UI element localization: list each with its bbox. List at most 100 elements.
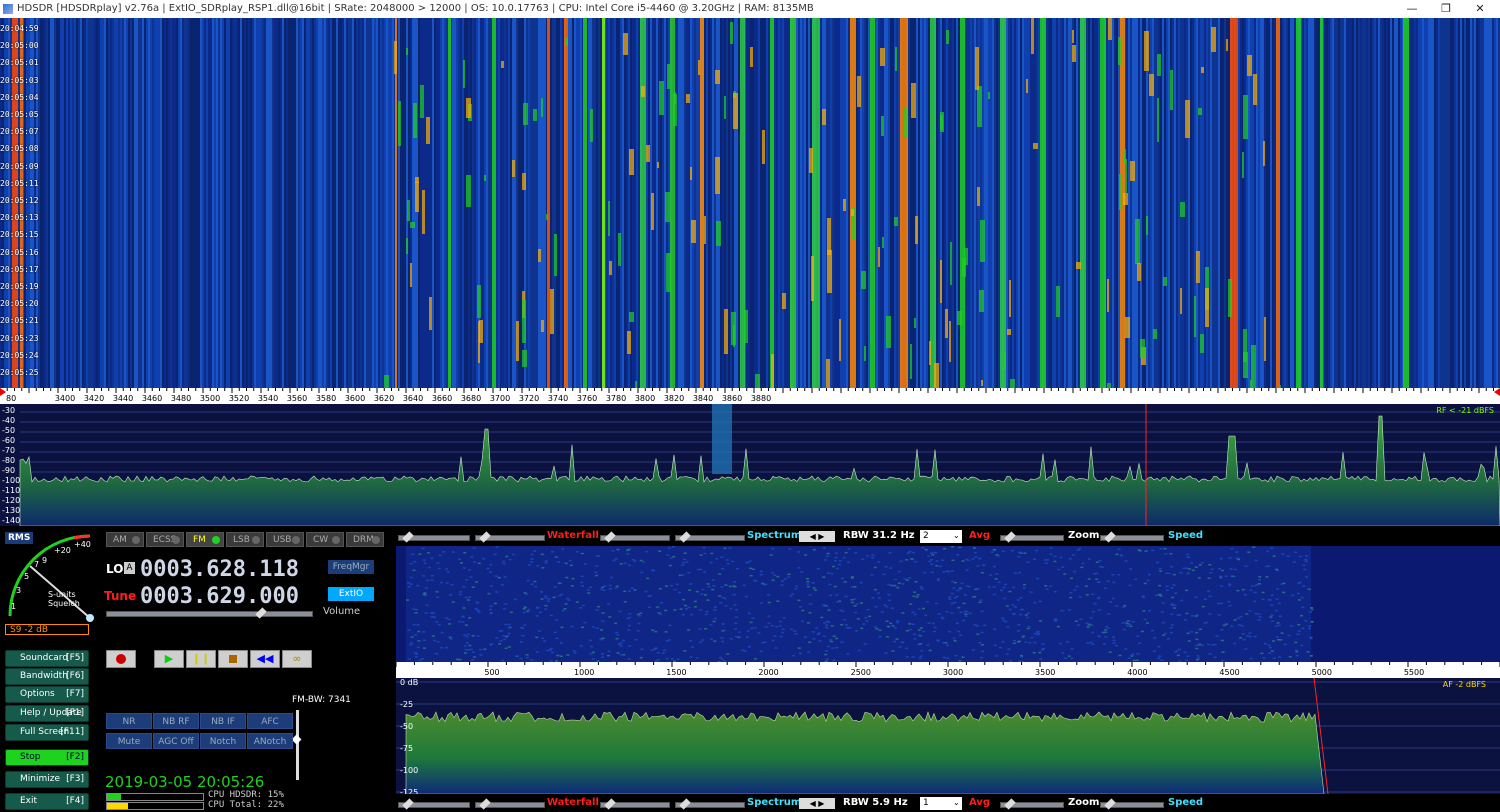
control-slider[interactable] [1000,798,1064,810]
af-spectrum[interactable]: 0 dB -25 -50 -75 -100 -125 AF -2 dBFS [396,678,1500,794]
dsp-button-notch[interactable]: Notch [200,733,246,749]
dsp-button-mute[interactable]: Mute [106,733,152,749]
freq-tick-label: 3520 [228,394,250,403]
rf-spectrum[interactable]: -30 -40 -50 -60 -70 -80 -90 -100 -110 -120 -130 -14… [0,404,1500,526]
control-slider[interactable] [600,798,670,810]
dsp-button-nb-rf[interactable]: NB RF [153,713,199,729]
mode-button-lsb[interactable]: LSB [226,532,264,547]
dsp-button-nb-if[interactable]: NB IF [200,713,246,729]
freqmgr-button[interactable]: FreqMgr [328,560,374,574]
bandwidth-button[interactable]: Bandwidth [F6] [5,668,89,685]
rf-db-label: -80 [2,456,16,465]
freq-tick-label: 3640 [402,394,424,403]
exit-button[interactable]: Exit [F4] [5,793,89,810]
control-slider[interactable] [1000,531,1064,543]
freq-tick-label: 3480 [170,394,192,403]
spectrum-arrows-icon[interactable]: ◀ ▶ [799,798,835,809]
spectrum-label: Spectrum [747,797,802,808]
rewind-icon: ◀◀ [256,652,274,665]
control-slider[interactable] [1100,531,1164,543]
side-button-label: Bandwidth [20,671,68,681]
dsp-button-nr[interactable]: NR [106,713,152,729]
full-screen-button[interactable]: Full Screen [F11] [5,724,89,741]
af-tick-label: 3500 [1035,668,1056,677]
mode-button-am[interactable]: AM [106,532,144,547]
help-update-button[interactable]: Help / Update [F1] [5,705,89,722]
loop-button[interactable]: ∞ [282,650,312,668]
volume-label: Volume [323,606,361,617]
side-button-hotkey: [F1] [66,708,84,718]
datetime-readout: 2019-03-05 20:05:26 [105,773,265,791]
avg-label: Avg [969,530,991,541]
af-waterfall[interactable] [396,546,1500,662]
waterfall-timestamp: 20:05:09 [0,161,39,171]
mode-button-ecss[interactable]: ECSS [146,532,184,547]
rf-frequency-scale[interactable]: 80 3400 3420 3440 3460 3480 3500 3520 3540 3560 35… [0,388,1500,404]
window-title: HDSDR [HDSDRplay] v2.76a | ExtIO_SDRplay… [17,3,814,14]
mode-button-label: FM [193,535,206,545]
mode-button-drm[interactable]: DRM [346,532,384,547]
meter-scale-9: 9 [42,556,48,565]
mode-button-label: LSB [233,535,250,545]
control-slider[interactable] [675,798,745,810]
mode-button-usb[interactable]: USB [266,532,304,547]
af-tick-label: 1000 [574,668,595,677]
tune-frequency[interactable]: 0003.629.000 [140,584,299,609]
af-db-label: -50 [400,722,414,731]
options-button[interactable]: Options [F7] [5,686,89,703]
dsp-button-afc[interactable]: AFC [247,713,293,729]
extio-button[interactable]: ExtIO [328,587,374,601]
stop-button[interactable]: Stop [F2] [5,749,89,766]
record-button[interactable] [106,650,136,668]
dsp-button-agc-off[interactable]: AGC Off [153,733,199,749]
soundcard-button[interactable]: Soundcard [F5] [5,650,89,667]
control-slider[interactable] [600,531,670,543]
side-button-hotkey: [F2] [66,752,84,762]
record-icon [116,654,126,664]
stop-playback-button[interactable] [218,650,248,668]
mode-led-icon [172,536,180,544]
af-frequency-scale[interactable]: 500 1000 1500 2000 2500 3000 3500 4000 4500 5000 5… [396,662,1500,678]
spectrum-arrows-icon[interactable]: ◀ ▶ [799,531,835,542]
stop-icon [229,655,237,663]
minimize-button[interactable]: Minimize [F3] [5,771,89,788]
fm-bandwidth-slider[interactable] [291,710,302,780]
spectrum-label: Spectrum [747,530,802,541]
mode-button-label: CW [313,535,329,545]
control-slider[interactable] [475,531,545,543]
minimize-window-button[interactable]: — [1394,0,1430,18]
volume-slider[interactable] [106,607,313,619]
control-slider[interactable] [675,531,745,543]
control-slider[interactable] [1100,798,1164,810]
mode-button-label: DRM [353,535,374,545]
lo-badge[interactable]: A [124,562,135,574]
chevron-down-icon[interactable]: ⌄ [953,531,960,540]
af-tick-label: 2000 [758,668,779,677]
control-slider[interactable] [398,798,470,810]
loop-icon: ∞ [292,652,302,665]
control-slider[interactable] [475,798,545,810]
dsp-button-anotch[interactable]: ANotch [247,733,293,749]
close-window-button[interactable]: ✕ [1462,0,1498,18]
waterfall-timestamp: 20:05:17 [0,264,39,274]
play-button[interactable]: ▶ [154,650,184,668]
mode-led-icon [292,536,300,544]
af-waterfall-canvas [396,546,1500,662]
waterfall-timestamp: 20:05:11 [0,178,39,188]
rms-badge[interactable]: RMS [5,532,34,544]
mode-button-cw[interactable]: CW [306,532,344,547]
pause-button[interactable]: ❙❙ [186,650,216,668]
lo-frequency[interactable]: 0003.628.118 [140,557,299,582]
rf-db-label: -70 [2,446,16,455]
freq-tick-label: 3600 [344,394,366,403]
cpu-total-bar [106,802,204,810]
chevron-down-icon[interactable]: ⌄ [953,798,960,807]
mode-button-fm[interactable]: FM [186,532,224,547]
rf-waterfall[interactable]: 20:04:59 20:05:00 20:05:01 20:05:03 20:05:04… [0,18,1500,388]
mode-led-icon [212,536,220,544]
rewind-button[interactable]: ◀◀ [250,650,280,668]
control-slider[interactable] [398,531,470,543]
freq-tick-label: 3680 [460,394,482,403]
restore-window-button[interactable]: ❐ [1428,0,1464,18]
af-db-label: 0 dB [400,678,419,687]
